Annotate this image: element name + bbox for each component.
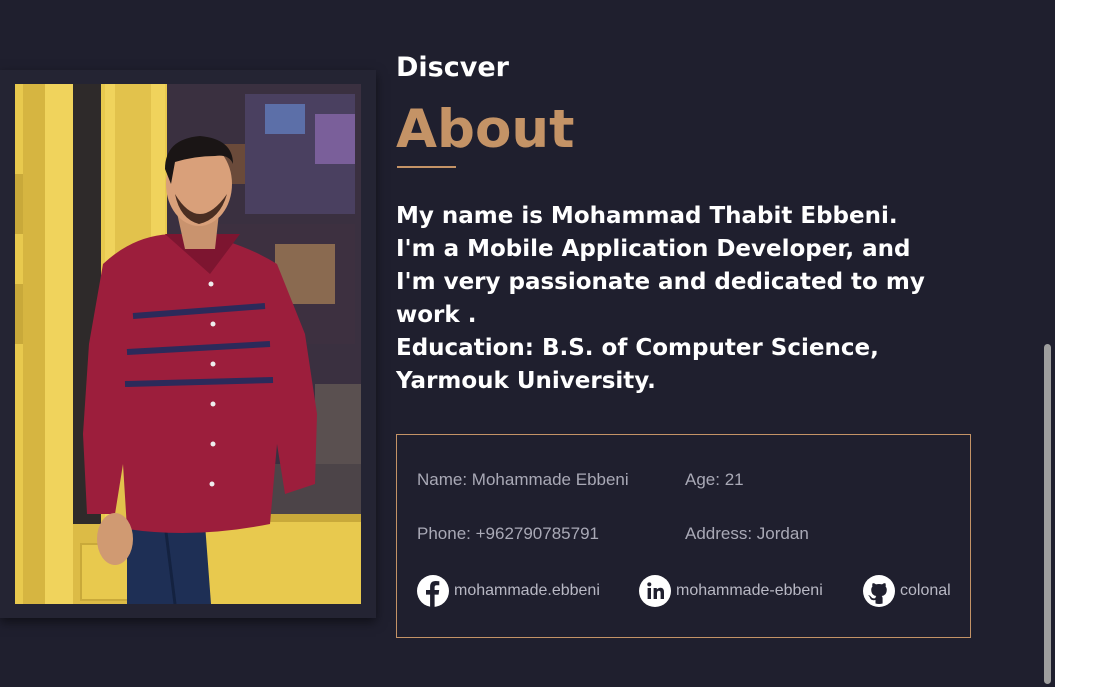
title-underline bbox=[397, 166, 456, 168]
bio-line: work . bbox=[396, 302, 477, 328]
bio-line: I'm a Mobile Application Developer, and bbox=[396, 236, 911, 262]
bio-line: Education: B.S. of Computer Science, bbox=[396, 335, 879, 361]
bio-line: My name is Mohammad Thabit Ebbeni. bbox=[396, 203, 898, 229]
facebook-handle: mohammade.ebbeni bbox=[454, 582, 600, 599]
info-age: Age: 21 bbox=[685, 470, 744, 489]
github-handle: colonal bbox=[900, 582, 951, 599]
github-icon bbox=[863, 575, 895, 607]
linkedin-handle: mohammade-ebbeni bbox=[676, 582, 823, 599]
info-phone: Phone: +962790785791 bbox=[417, 524, 599, 543]
personal-info-box: Name: Mohammade Ebbeni Age: 21 Phone: +9… bbox=[396, 434, 971, 638]
about-section: Discver About My name is Mohammad Thabit… bbox=[0, 0, 1055, 687]
profile-photo bbox=[15, 84, 361, 604]
facebook-icon bbox=[417, 575, 449, 607]
github-link[interactable]: colonal bbox=[863, 575, 951, 607]
profile-photo-card bbox=[0, 70, 376, 618]
section-subtitle: Discver bbox=[396, 52, 509, 83]
bio-paragraph: My name is Mohammad Thabit Ebbeni. I'm a… bbox=[396, 200, 996, 398]
info-name: Name: Mohammade Ebbeni bbox=[417, 470, 629, 489]
scrollbar-thumb[interactable] bbox=[1044, 344, 1051, 684]
bio-line: I'm very passionate and dedicated to my bbox=[396, 269, 925, 295]
bio-line: Yarmouk University. bbox=[396, 368, 656, 394]
info-address: Address: Jordan bbox=[685, 524, 809, 543]
linkedin-link[interactable]: mohammade-ebbeni bbox=[639, 575, 823, 607]
linkedin-icon bbox=[639, 575, 671, 607]
facebook-link[interactable]: mohammade.ebbeni bbox=[417, 575, 600, 607]
section-title: About bbox=[396, 99, 575, 160]
